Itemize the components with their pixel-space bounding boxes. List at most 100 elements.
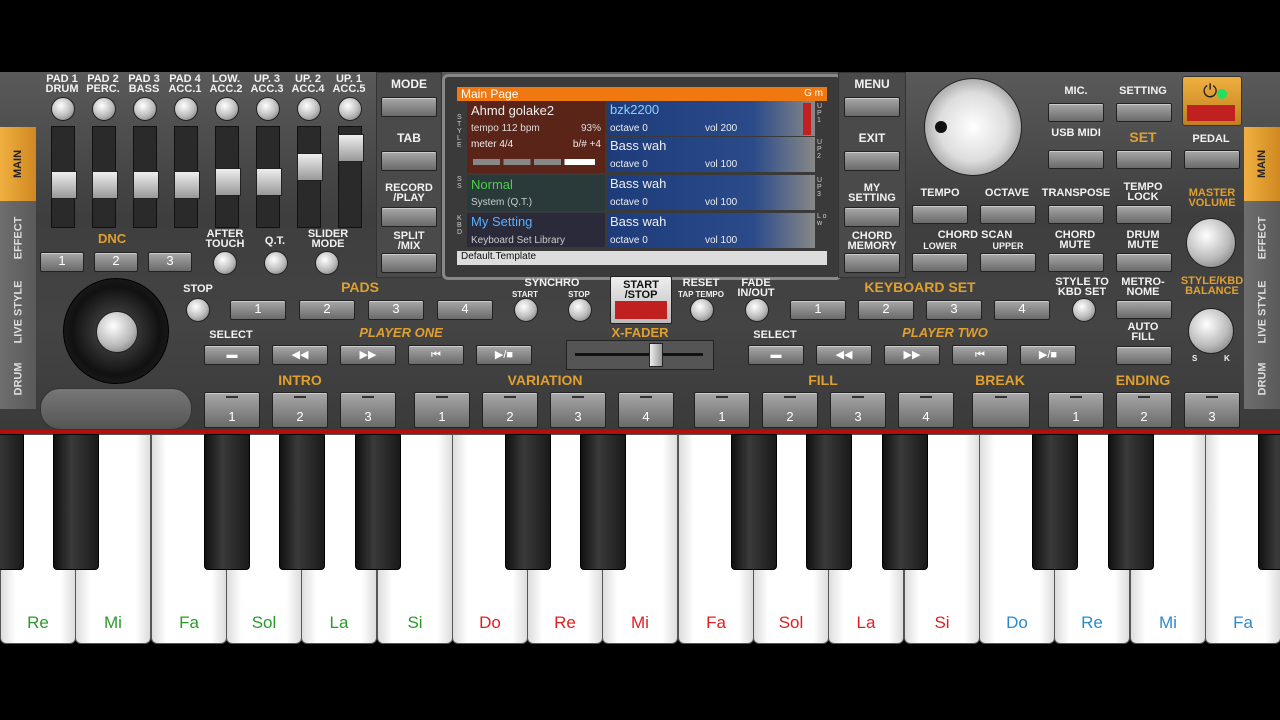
- synchro-stop-knob[interactable]: [568, 298, 592, 322]
- fill-button-2[interactable]: 2: [762, 392, 818, 428]
- synchro-start-knob[interactable]: [514, 298, 538, 322]
- usb-midi-button[interactable]: [1048, 150, 1104, 169]
- variation-button-3[interactable]: 3: [550, 392, 606, 428]
- black-key[interactable]: [53, 434, 99, 570]
- tab-live-style-right[interactable]: LIVE STYLE: [1244, 275, 1280, 349]
- intro-button-1[interactable]: 1: [204, 392, 260, 428]
- power-button[interactable]: ⏻: [1182, 76, 1242, 126]
- my-setting-button[interactable]: [844, 207, 900, 227]
- black-key[interactable]: [355, 434, 401, 570]
- tempo-lock-button[interactable]: [1116, 205, 1172, 224]
- exit-button[interactable]: [844, 151, 900, 171]
- upper2-row[interactable]: Bass wah octave 0 vol 100: [607, 137, 815, 172]
- transpose-button[interactable]: [1048, 205, 1104, 224]
- pedal-button[interactable]: [1184, 150, 1240, 169]
- channel-fader[interactable]: [297, 126, 323, 228]
- after-touch-knob[interactable]: [213, 251, 237, 275]
- pitch-bend-pad[interactable]: [40, 388, 192, 430]
- tempo-button[interactable]: [912, 205, 968, 224]
- player-2-previous-button[interactable]: ⏮: [952, 345, 1008, 365]
- black-key[interactable]: [731, 434, 777, 570]
- chord-scan-upper-button[interactable]: [980, 253, 1036, 272]
- style-kbd-balance-knob[interactable]: [1188, 308, 1234, 354]
- black-key[interactable]: [0, 434, 24, 570]
- intro-button-3[interactable]: 3: [340, 392, 396, 428]
- keyboard-set-button-4[interactable]: 4: [994, 300, 1050, 320]
- fader-cap[interactable]: [174, 171, 200, 199]
- menu-button[interactable]: [844, 97, 900, 117]
- black-key[interactable]: [1108, 434, 1154, 570]
- channel-knob[interactable]: [297, 97, 321, 121]
- master-volume-knob[interactable]: [1186, 218, 1236, 268]
- player-2-fast-forward-button[interactable]: ▶▶: [884, 345, 940, 365]
- channel-fader[interactable]: [133, 126, 159, 228]
- tab-drum-left[interactable]: DRUM: [0, 349, 36, 409]
- fader-cap[interactable]: [215, 168, 241, 196]
- upper1-row[interactable]: bzk2200 octave 0 vol 200: [607, 101, 815, 136]
- pads-stop-knob[interactable]: [186, 298, 210, 322]
- channel-fader[interactable]: [215, 126, 241, 228]
- start-stop-button[interactable]: START /STOP: [610, 276, 672, 324]
- qt-knob[interactable]: [264, 251, 288, 275]
- channel-fader[interactable]: [256, 126, 282, 228]
- fader-cap[interactable]: [297, 153, 323, 181]
- jog-wheel[interactable]: [63, 278, 169, 384]
- slider-mode-knob[interactable]: [315, 251, 339, 275]
- lower-row[interactable]: Bass wah octave 0 vol 100: [607, 213, 815, 248]
- tab-main-left[interactable]: MAIN: [0, 127, 36, 201]
- black-key[interactable]: [1032, 434, 1078, 570]
- black-key[interactable]: [882, 434, 928, 570]
- octave-button[interactable]: [980, 205, 1036, 224]
- tab-effect-right[interactable]: EFFECT: [1244, 201, 1280, 275]
- metronome-button[interactable]: [1116, 300, 1172, 319]
- auto-fill-button[interactable]: [1116, 346, 1172, 365]
- data-dial[interactable]: [924, 78, 1022, 176]
- pad-button-1[interactable]: 1: [230, 300, 286, 320]
- fill-button-1[interactable]: 1: [694, 392, 750, 428]
- chord-memory-button[interactable]: [844, 253, 900, 273]
- dnc-button-2[interactable]: 2: [94, 252, 138, 272]
- xfader-handle[interactable]: [649, 343, 663, 367]
- drum-mute-button[interactable]: [1116, 253, 1172, 272]
- tab-main-right[interactable]: MAIN: [1244, 127, 1280, 201]
- black-key[interactable]: [806, 434, 852, 570]
- variation-button-2[interactable]: 2: [482, 392, 538, 428]
- xfader-slider[interactable]: [566, 340, 714, 370]
- player-1-fast-forward-button[interactable]: ▶▶: [340, 345, 396, 365]
- channel-knob[interactable]: [256, 97, 280, 121]
- keyboard-set-button-2[interactable]: 2: [858, 300, 914, 320]
- set-button[interactable]: [1116, 150, 1172, 169]
- pad-button-2[interactable]: 2: [299, 300, 355, 320]
- chord-mute-button[interactable]: [1048, 253, 1104, 272]
- channel-fader[interactable]: [174, 126, 200, 228]
- record-play-button[interactable]: [381, 207, 437, 227]
- fader-cap[interactable]: [133, 171, 159, 199]
- intro-button-2[interactable]: 2: [272, 392, 328, 428]
- fader-cap[interactable]: [338, 134, 364, 162]
- ending-button-1[interactable]: 1: [1048, 392, 1104, 428]
- sound-block[interactable]: Normal System (Q.T.): [467, 175, 605, 211]
- black-key[interactable]: [505, 434, 551, 570]
- fader-cap[interactable]: [51, 171, 77, 199]
- channel-fader[interactable]: [338, 126, 364, 228]
- fill-button-3[interactable]: 3: [830, 392, 886, 428]
- player-1-select-button[interactable]: ▬: [204, 345, 260, 365]
- player-2-select-button[interactable]: ▬: [748, 345, 804, 365]
- channel-knob[interactable]: [133, 97, 157, 121]
- setting-button[interactable]: [1116, 103, 1172, 122]
- black-key[interactable]: [279, 434, 325, 570]
- dnc-button-1[interactable]: 1: [40, 252, 84, 272]
- pad-button-3[interactable]: 3: [368, 300, 424, 320]
- player-1-rewind-button[interactable]: ◀◀: [272, 345, 328, 365]
- ending-button-3[interactable]: 3: [1184, 392, 1240, 428]
- tab-drum-right[interactable]: DRUM: [1244, 349, 1280, 409]
- channel-knob[interactable]: [51, 97, 75, 121]
- mode-button[interactable]: [381, 97, 437, 117]
- tab-effect-left[interactable]: EFFECT: [0, 201, 36, 275]
- black-key[interactable]: [204, 434, 250, 570]
- ending-button-2[interactable]: 2: [1116, 392, 1172, 428]
- fader-cap[interactable]: [92, 171, 118, 199]
- pad-button-4[interactable]: 4: [437, 300, 493, 320]
- chord-scan-lower-button[interactable]: [912, 253, 968, 272]
- channel-fader[interactable]: [51, 126, 77, 228]
